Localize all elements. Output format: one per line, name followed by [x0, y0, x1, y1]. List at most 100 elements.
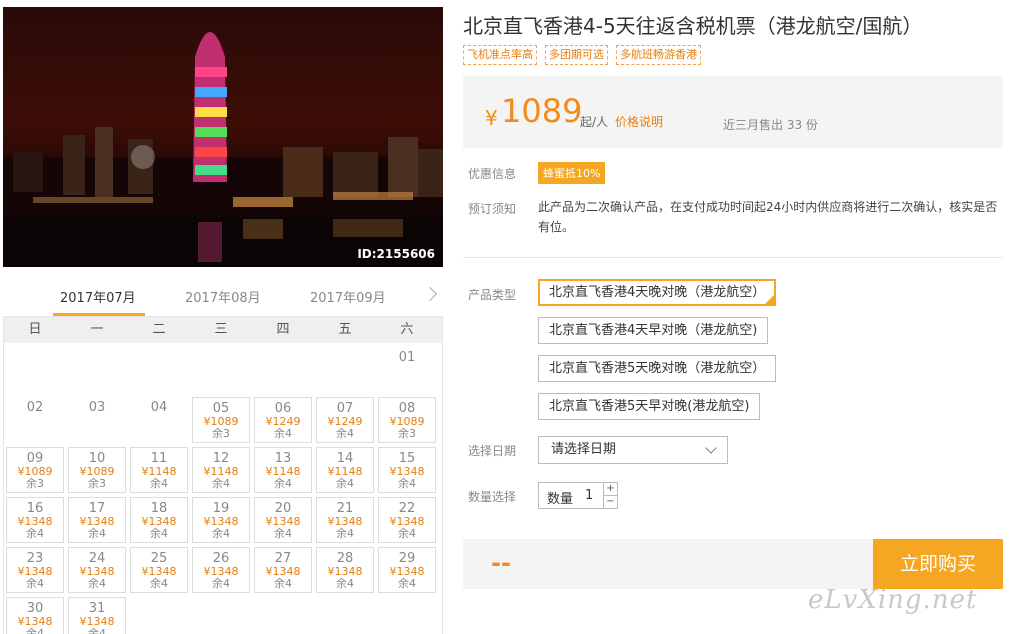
calendar-day[interactable]: 17 ¥1348 余4: [68, 497, 126, 543]
notice-text: 此产品为二次确认产品，在支付成功时间起24小时内供应商将进行二次确认，核实是否有…: [538, 200, 998, 234]
calendar-day[interactable]: 28 ¥1348 余4: [316, 547, 374, 593]
day-stock: 余4: [150, 527, 168, 540]
day-stock: 余4: [26, 577, 44, 590]
feature-tags: 飞机准点率高 多团期可选 多航班畅游香港: [463, 45, 701, 65]
product-option-4[interactable]: 北京直飞香港5天早对晚(港龙航空): [538, 393, 761, 420]
day-stock: 余4: [88, 627, 106, 634]
day-number: 12: [212, 451, 230, 466]
day-stock: 余4: [26, 527, 44, 540]
feature-tag: 多航班畅游香港: [616, 45, 701, 65]
calendar-day[interactable]: 07 ¥1249 余4: [316, 397, 374, 443]
buy-now-button[interactable]: 立即购买: [873, 539, 1003, 589]
calendar-day[interactable]: 09 ¥1089 余3: [6, 447, 64, 493]
calendar-day[interactable]: 25 ¥1348 余4: [130, 547, 188, 593]
day-stock: 余4: [274, 477, 292, 490]
day-number: 16: [26, 501, 44, 516]
day-number: 08: [398, 401, 416, 416]
calendar-day[interactable]: 12 ¥1148 余4: [192, 447, 250, 493]
day-stock: 余4: [150, 477, 168, 490]
quantity-inline-label: 数量: [547, 492, 574, 507]
tab-month-1[interactable]: 2017年07月: [60, 287, 136, 306]
currency-symbol: ¥: [485, 106, 498, 130]
product-option-3[interactable]: 北京直飞香港5天晚对晚（港龙航空）: [538, 355, 777, 382]
calendar-day[interactable]: 18 ¥1348 余4: [130, 497, 188, 543]
weekday-label: 五: [338, 322, 352, 337]
day-stock: 余4: [336, 427, 354, 440]
product-option-2[interactable]: 北京直飞香港4天早对晚（港龙航空): [538, 317, 769, 344]
calendar-day[interactable]: 05 ¥1089 余3: [192, 397, 250, 443]
day-number: 28: [336, 551, 354, 566]
calendar-day: 02: [6, 397, 64, 443]
day-stock: 余4: [336, 527, 354, 540]
calendar-day[interactable]: 14 ¥1148 余4: [316, 447, 374, 493]
divider: [463, 257, 1003, 258]
calendar-day[interactable]: 31 ¥1348 余4: [68, 597, 126, 634]
day-stock: 余4: [212, 527, 230, 540]
day-stock: 余4: [274, 427, 292, 440]
price-note-link[interactable]: 价格说明: [615, 113, 663, 130]
calendar-day[interactable]: 16 ¥1348 余4: [6, 497, 64, 543]
sold-count: 近三月售出 33 份: [723, 118, 818, 132]
price-unit: 起/人: [580, 115, 609, 129]
weekday-label: 三: [214, 322, 228, 337]
calendar-day[interactable]: 30 ¥1348 余4: [6, 597, 64, 634]
calendar-day[interactable]: 26 ¥1348 余4: [192, 547, 250, 593]
calendar-day[interactable]: 15 ¥1348 余4: [378, 447, 436, 493]
quantity-label: 数量选择: [468, 490, 517, 504]
calendar-day[interactable]: 29 ¥1348 余4: [378, 547, 436, 593]
day-number: 05: [212, 401, 230, 416]
calendar-day[interactable]: 27 ¥1348 余4: [254, 547, 312, 593]
day-number: 27: [274, 551, 292, 566]
quantity-minus-button[interactable]: −: [603, 496, 617, 509]
calendar-day[interactable]: 20 ¥1348 余4: [254, 497, 312, 543]
day-number: 20: [274, 501, 292, 516]
page: ID:2155606 2017年07月 2017年08月 2017年09月 日 …: [0, 0, 1012, 634]
day-number: 23: [26, 551, 44, 566]
date-label: 选择日期: [468, 444, 517, 458]
price-box: ¥ 1089 起/人 价格说明 近三月售出 33 份: [463, 76, 1003, 148]
chevron-right-icon[interactable]: [422, 286, 438, 302]
price-value: 1089: [501, 92, 583, 130]
notice-label: 预订须知: [468, 202, 517, 216]
calendar-day[interactable]: 19 ¥1348 余4: [192, 497, 250, 543]
day-number: 04: [150, 400, 168, 415]
day-number: 18: [150, 501, 168, 516]
day-number: 01: [398, 350, 416, 365]
day-stock: 余3: [88, 477, 106, 490]
day-stock: 余4: [398, 477, 416, 490]
quantity-plus-button[interactable]: +: [603, 483, 617, 496]
watermark: eLvXing.net: [808, 585, 978, 615]
calendar-day[interactable]: 24 ¥1348 余4: [68, 547, 126, 593]
calendar-day[interactable]: 06 ¥1249 余4: [254, 397, 312, 443]
product-type-label: 产品类型: [468, 288, 517, 302]
day-stock: 余4: [274, 527, 292, 540]
day-stock: 余3: [398, 427, 416, 440]
day-number: 15: [398, 451, 416, 466]
calendar-day[interactable]: 23 ¥1348 余4: [6, 547, 64, 593]
calendar-day[interactable]: 08 ¥1089 余3: [378, 397, 436, 443]
weekday-label: 六: [400, 322, 414, 337]
calendar-day[interactable]: 21 ¥1348 余4: [316, 497, 374, 543]
date-select[interactable]: 请选择日期: [538, 436, 728, 464]
quantity-value[interactable]: 1: [585, 488, 593, 503]
promo-label: 优惠信息: [468, 167, 517, 181]
tab-month-2[interactable]: 2017年08月: [185, 287, 261, 306]
day-number: 07: [336, 401, 354, 416]
feature-tag: 飞机准点率高: [463, 45, 537, 65]
day-stock: 余4: [212, 477, 230, 490]
calendar-day[interactable]: 22 ¥1348 余4: [378, 497, 436, 543]
calendar-day[interactable]: 13 ¥1148 余4: [254, 447, 312, 493]
day-stock: 余4: [88, 527, 106, 540]
tab-month-3[interactable]: 2017年09月: [310, 287, 386, 306]
promo-badge: 蜂蜜抵10%: [538, 162, 606, 184]
product-option-1[interactable]: 北京直飞香港4天晚对晚（港龙航空）: [538, 279, 777, 306]
calendar-day[interactable]: 10 ¥1089 余3: [68, 447, 126, 493]
weekday-header: 日 一 二 三 四 五 六: [4, 317, 442, 343]
day-number: 26: [212, 551, 230, 566]
buy-bar: -- 立即购买: [463, 539, 1003, 589]
calendar-day[interactable]: 11 ¥1148 余4: [130, 447, 188, 493]
day-number: 17: [88, 501, 106, 516]
day-number: 14: [336, 451, 354, 466]
chevron-down-icon: [705, 442, 717, 454]
day-number: 02: [26, 400, 44, 415]
